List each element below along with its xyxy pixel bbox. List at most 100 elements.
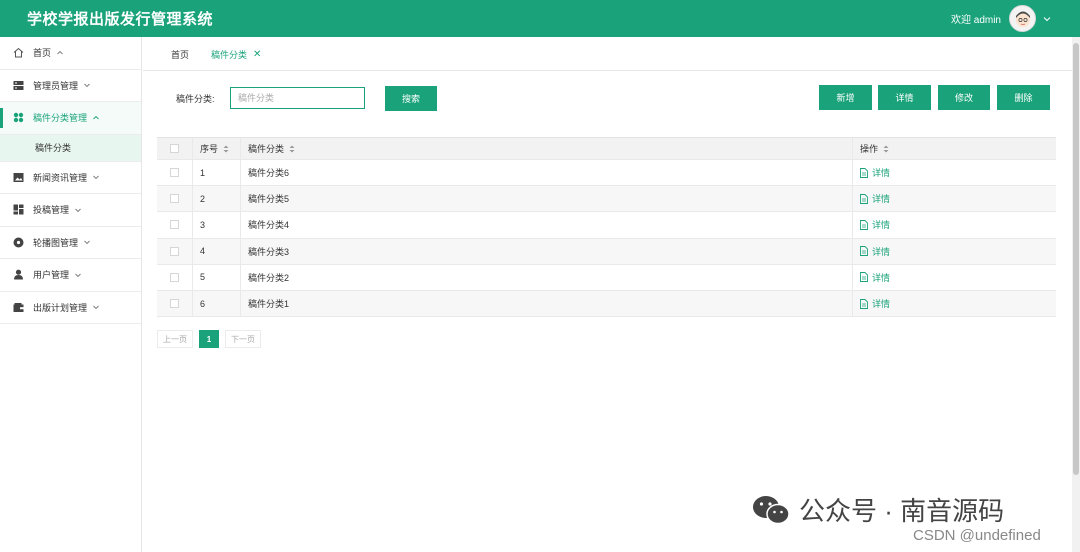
search-button[interactable]: 搜索	[385, 86, 437, 111]
tab-home[interactable]: 首页	[171, 48, 189, 70]
edit-button[interactable]: 修改	[938, 85, 990, 110]
sidebar-item-label: 投稿管理	[33, 205, 70, 216]
row-op-cell: 详情	[853, 186, 1056, 211]
sort-icon[interactable]	[289, 145, 295, 153]
row-detail-label: 详情	[872, 272, 891, 283]
row-checkbox[interactable]	[170, 272, 179, 282]
row-index: 4	[193, 238, 241, 264]
header-label: 序号	[200, 144, 219, 154]
sidebar: 首页 管理员管理 稿件分类管理 稿件分类 新闻资讯管理 投稿管理 轮播图管理 用…	[0, 37, 142, 552]
row-checkbox[interactable]	[170, 299, 179, 309]
user-menu[interactable]: 欢迎 admin	[951, 5, 1052, 32]
table-row[interactable]: 1 稿件分类6 详情	[157, 160, 1056, 187]
close-icon[interactable]: ✕	[253, 49, 261, 60]
row-category: 稿件分类1	[241, 290, 853, 317]
select-all-checkbox[interactable]	[170, 144, 179, 153]
prev-page-button[interactable]: 上一页	[157, 330, 193, 348]
header-index[interactable]: 序号	[193, 138, 241, 159]
row-checkbox[interactable]	[170, 194, 179, 204]
welcome-text: 欢迎 admin	[950, 15, 1001, 26]
delete-button[interactable]: 删除	[997, 85, 1050, 110]
user-icon	[13, 269, 24, 280]
tab-manuscript-category[interactable]: 稿件分类 ✕	[211, 48, 261, 70]
row-op-cell: 详情	[853, 239, 1056, 264]
header-category[interactable]: 稿件分类	[241, 138, 853, 159]
disc-icon	[13, 237, 24, 248]
table-header-row: 序号 稿件分类 操作	[157, 138, 1056, 160]
sidebar-item-home[interactable]: 首页	[0, 37, 141, 70]
row-detail-link[interactable]: 详情	[860, 192, 890, 205]
scrollbar[interactable]	[1072, 37, 1080, 552]
row-detail-label: 详情	[872, 246, 891, 257]
row-detail-link[interactable]: 详情	[860, 218, 890, 231]
row-detail-label: 详情	[872, 194, 891, 205]
header-op[interactable]: 操作	[853, 138, 1056, 159]
row-detail-link[interactable]: 详情	[860, 271, 890, 284]
csdn-watermark: CSDN @undefined	[913, 527, 1041, 544]
row-checkbox[interactable]	[170, 246, 179, 256]
document-icon	[860, 167, 868, 178]
chevron-down-icon[interactable]	[1042, 14, 1052, 24]
sort-icon[interactable]	[883, 145, 889, 153]
select-all-cell	[157, 138, 193, 159]
sidebar-item-label: 首页	[33, 48, 52, 59]
sort-icon[interactable]	[223, 145, 229, 153]
sidebar-item-label: 管理员管理	[33, 80, 79, 91]
sidebar-item-carousel[interactable]: 轮播图管理	[0, 227, 141, 259]
row-detail-link[interactable]: 详情	[860, 166, 890, 179]
tab-label: 稿件分类	[211, 50, 248, 60]
row-category: 稿件分类4	[241, 212, 853, 238]
row-index: 6	[193, 290, 241, 317]
wechat-icon	[753, 495, 790, 524]
row-detail-link[interactable]: 详情	[860, 297, 890, 310]
table-row[interactable]: 6 稿件分类1 详情	[157, 290, 1056, 318]
row-detail-label: 详情	[872, 299, 891, 310]
row-check-cell	[157, 160, 193, 186]
row-detail-label: 详情	[872, 220, 891, 231]
row-index: 2	[193, 186, 241, 212]
table-row[interactable]: 5 稿件分类2 详情	[157, 264, 1056, 291]
image-icon	[13, 172, 24, 183]
sidebar-subitem-manuscript-category[interactable]: 稿件分类	[0, 134, 141, 162]
scrollbar-thumb[interactable]	[1073, 43, 1079, 475]
sidebar-item-users[interactable]: 用户管理	[0, 259, 141, 292]
document-icon	[860, 193, 868, 204]
sidebar-item-submission[interactable]: 投稿管理	[0, 194, 141, 227]
main-content: 首页 稿件分类 ✕ 稿件分类: 搜索 新增 详情 修改 删除 序号 稿件分类 操…	[143, 37, 1080, 552]
table-body: 1 稿件分类6 详情 2 稿件分类5 详情 3 稿件分类4 详情 4 稿件分类3 详情 5 稿件分类2 详情…	[157, 160, 1056, 318]
sidebar-item-admin[interactable]: 管理员管理	[0, 70, 141, 102]
row-index: 1	[193, 160, 241, 186]
row-category: 稿件分类6	[241, 160, 853, 186]
pagination: 上一页 1 下一页	[157, 330, 261, 348]
dashboard-icon	[13, 204, 24, 215]
current-page[interactable]: 1	[199, 330, 219, 348]
watermark-text: 公众号 · 南音源码	[799, 496, 1005, 526]
row-category: 稿件分类3	[241, 238, 853, 264]
add-button[interactable]: 新增	[819, 85, 872, 110]
row-index: 5	[193, 264, 241, 290]
table-row[interactable]: 2 稿件分类5 详情	[157, 186, 1056, 213]
sidebar-item-manuscript-category[interactable]: 稿件分类管理	[0, 102, 141, 135]
row-checkbox[interactable]	[170, 168, 179, 178]
category-table: 序号 稿件分类 操作 1 稿件分类6 详情 2 稿件分类5 详情 3 稿件分类4 详情 4 稿件分类…	[157, 137, 1056, 318]
row-checkbox[interactable]	[170, 220, 179, 230]
avatar[interactable]	[1009, 5, 1036, 32]
next-page-button[interactable]: 下一页	[225, 330, 261, 348]
search-input[interactable]	[230, 87, 365, 109]
row-check-cell	[157, 212, 193, 238]
sidebar-item-news[interactable]: 新闻资讯管理	[0, 162, 141, 194]
row-check-cell	[157, 290, 193, 317]
table-row[interactable]: 3 稿件分类4 详情	[157, 212, 1056, 239]
sidebar-item-label: 新闻资讯管理	[33, 172, 88, 183]
tab-bar: 首页 稿件分类 ✕	[143, 37, 1080, 71]
server-icon	[13, 80, 24, 91]
watermark: 公众号 · 南音源码	[751, 491, 1004, 528]
chevron-down-icon	[93, 175, 99, 180]
row-detail-link[interactable]: 详情	[860, 245, 890, 258]
detail-button[interactable]: 详情	[878, 85, 931, 110]
document-icon	[860, 246, 868, 257]
sidebar-item-label: 轮播图管理	[33, 237, 79, 248]
table-row[interactable]: 4 稿件分类3 详情	[157, 238, 1056, 265]
sidebar-item-label: 稿件分类管理	[33, 113, 88, 124]
sidebar-item-publish-plan[interactable]: 出版计划管理	[0, 292, 141, 324]
